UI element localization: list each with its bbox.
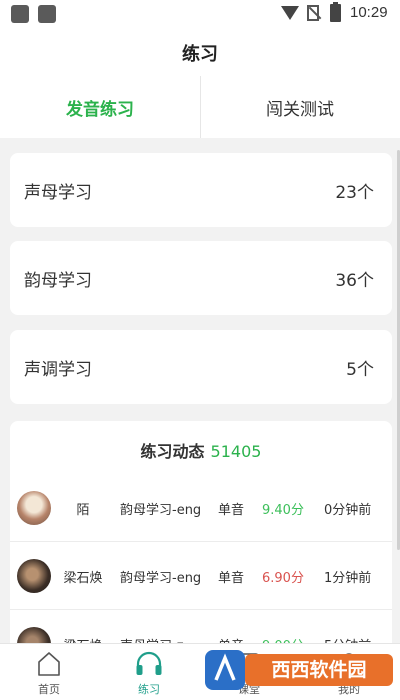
card-label: 声调学习 [24, 359, 92, 380]
notification-icon [11, 5, 29, 23]
status-time: 10:29 [350, 4, 388, 21]
score: 9.40分 [262, 503, 304, 518]
practice-type: 单音 [218, 571, 245, 586]
notification-icon [38, 5, 56, 23]
practice-item: 韵母学习-eng [120, 503, 202, 518]
practice-type: 单音 [218, 503, 245, 518]
home-icon [38, 652, 60, 676]
wifi-icon [281, 6, 299, 20]
tab-label: 闯关测试 [266, 99, 334, 120]
card-initials-learning[interactable]: 声母学习 23个 [10, 153, 392, 227]
score: 6.90分 [262, 571, 304, 586]
card-count: 5个 [346, 359, 374, 380]
page-title: 练习 [182, 44, 218, 65]
card-count: 23个 [335, 182, 374, 203]
no-sim-icon [307, 5, 319, 21]
nav-practice[interactable]: 练习 [109, 648, 189, 697]
user-name: 陌 [76, 503, 90, 518]
tab-pronunciation-practice[interactable]: 发音练习 [0, 76, 200, 138]
card-tones-learning[interactable]: 声调学习 5个 [10, 330, 392, 404]
watermark-text: 西西软件园 [271, 658, 366, 681]
time-ago: 1分钟前 [324, 571, 372, 586]
user-name: 梁石焕 [63, 571, 103, 586]
activity-count: 51405 [210, 442, 262, 461]
card-finals-learning[interactable]: 韵母学习 36个 [10, 241, 392, 315]
tab-divider [200, 76, 201, 138]
time-ago: 0分钟前 [324, 503, 372, 518]
activity-heading: 练习动态 51405 [10, 438, 392, 462]
nav-label: 练习 [138, 683, 160, 696]
card-count: 36个 [335, 270, 374, 291]
avatar [17, 491, 51, 525]
practice-item: 韵母学习-eng [120, 571, 202, 586]
headphones-icon [136, 651, 162, 675]
nav-label: 首页 [38, 683, 60, 696]
battery-icon [330, 2, 341, 22]
card-label: 韵母学习 [24, 270, 92, 291]
nav-home[interactable]: 首页 [9, 648, 89, 697]
tab-level-test[interactable]: 闯关测试 [200, 76, 400, 138]
title-bar: 练习 [0, 28, 400, 76]
activity-title: 练习动态 [140, 442, 205, 461]
avatar [17, 559, 51, 593]
tab-label: 发音练习 [66, 99, 134, 120]
site-watermark: 西西软件园 [205, 650, 393, 690]
tab-bar: 发音练习 闯关测试 [0, 76, 400, 138]
card-label: 声母学习 [24, 182, 92, 203]
activity-row[interactable]: 陌 韵母学习-eng 单音 9.40分 0分钟前 [10, 474, 392, 542]
status-bar: 10:29 [0, 0, 400, 28]
activity-row[interactable]: 梁石焕 韵母学习-eng 单音 6.90分 1分钟前 [10, 542, 392, 610]
